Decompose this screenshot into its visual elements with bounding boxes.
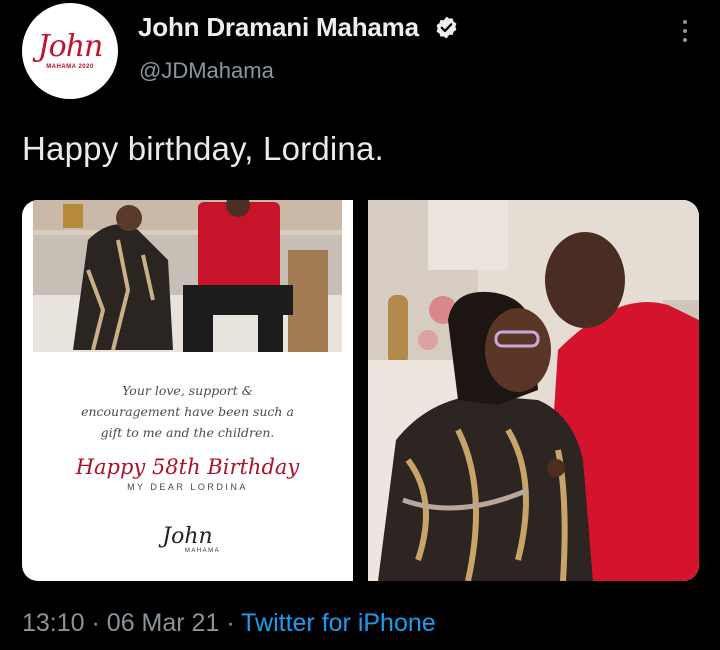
card-signature: John MAHAMA (22, 524, 353, 555)
tweet-time: 13:10 (22, 609, 85, 637)
tweet-text: Happy birthday, Lordina. (22, 130, 384, 167)
avatar[interactable]: John MAHAMA 2020 (22, 3, 118, 99)
card-message: Your love, support & encouragement have … (22, 380, 353, 492)
card-message-line-2: encouragement have been such a (81, 404, 294, 419)
card-photo (33, 200, 342, 352)
meta-separator: · (91, 609, 100, 637)
card-dear-line: MY DEAR LORDINA (127, 482, 248, 492)
card-message-line-3: gift to me and the children. (100, 425, 275, 440)
card-photo-illustration (33, 200, 342, 352)
tweet-meta: 13:10 · 06 Mar 21 · Twitter for iPhone (22, 609, 436, 638)
couple-photo-illustration (368, 200, 699, 581)
author-handle[interactable]: @JDMahama (139, 58, 274, 84)
avatar-signature: John (37, 29, 104, 64)
tweet-date: 06 Mar 21 (106, 609, 220, 637)
meta-separator: · (226, 609, 235, 637)
media-image-birthday-card[interactable]: Your love, support & encouragement have … (22, 200, 353, 581)
media-image-couple-photo[interactable] (368, 200, 699, 581)
more-options-icon[interactable] (678, 18, 692, 44)
card-birthday-line: Happy 58th Birthday (75, 455, 300, 479)
author-name[interactable]: John Dramani Mahama (138, 12, 419, 43)
verified-badge-icon (436, 16, 457, 39)
card-message-line-1: Your love, support & (122, 383, 253, 398)
media-grid: Your love, support & encouragement have … (22, 200, 699, 581)
tweet-source-link[interactable]: Twitter for iPhone (241, 609, 436, 637)
card-signature-name: John (162, 524, 213, 549)
card-signature-sub: MAHAMA (184, 548, 221, 554)
avatar-subtitle: MAHAMA 2020 (46, 64, 94, 70)
